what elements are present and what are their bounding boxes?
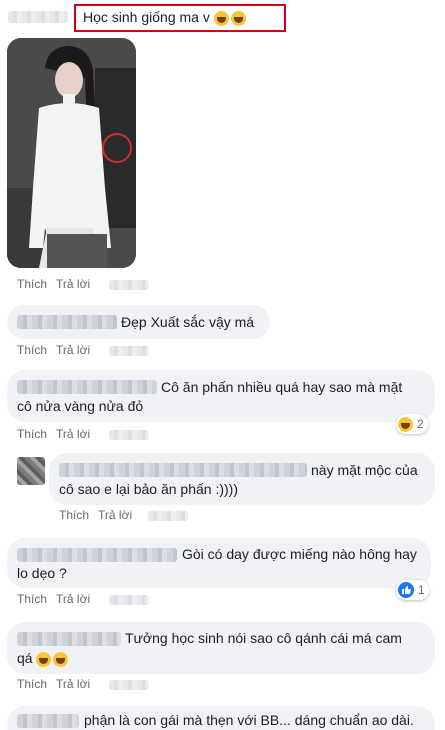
comment-actions: Thích Trả lời — [59, 508, 132, 522]
like-link[interactable]: Thích — [17, 677, 47, 691]
avatar[interactable] — [17, 457, 45, 485]
commenter-name-blurred[interactable] — [17, 380, 157, 394]
timestamp-blurred — [109, 346, 149, 356]
commenter-name-blurred[interactable] — [17, 632, 121, 646]
timestamp-blurred — [109, 430, 149, 440]
comment-text: phận là con gái mà thẹn với BB... dáng c… — [84, 712, 414, 728]
reply-link[interactable]: Trả lời — [56, 592, 90, 606]
attached-photo[interactable] — [7, 38, 136, 268]
comment-text-line1: Cô ăn phấn nhiều quá hay sao mà mặt — [161, 379, 403, 395]
commenter-name-blurred[interactable] — [17, 714, 79, 728]
reply-link[interactable]: Trả lời — [56, 277, 90, 291]
comment-text-line1: Tưởng học sinh nói sao cô qánh cái má ca… — [125, 630, 402, 646]
comment-actions: Thích Trả lời — [17, 592, 90, 606]
reply-link[interactable]: Trả lời — [56, 343, 90, 357]
reaction-count[interactable]: 1 — [396, 580, 429, 600]
reply-link[interactable]: Trả lời — [56, 677, 90, 691]
laughing-emoji-icon — [53, 651, 69, 667]
comment-text-line2: cô sao e lại bảo ăn phấn :)))) — [59, 481, 238, 497]
comment-actions: Thích Trả lời — [17, 277, 90, 291]
haha-reaction-icon — [398, 416, 413, 432]
timestamp-blurred — [148, 511, 188, 521]
laughing-emoji-icon — [36, 651, 52, 667]
reply-link[interactable]: Trả lời — [56, 427, 90, 441]
like-reaction-icon — [398, 582, 414, 598]
commenter-name-blurred[interactable] — [17, 315, 117, 329]
like-link[interactable]: Thích — [17, 343, 47, 357]
like-link[interactable]: Thích — [17, 592, 47, 606]
comment-text-line2: qá — [17, 649, 69, 667]
timestamp-blurred — [109, 595, 149, 605]
comment-text-line1: này mặt mộc của — [311, 462, 418, 478]
comment-text-line2: lo dẹo ? — [17, 565, 67, 581]
comment-text-line2: cô nửa vàng nửa đỏ — [17, 398, 144, 414]
like-link[interactable]: Thích — [59, 508, 89, 522]
commenter-name-blurred[interactable] — [59, 463, 307, 477]
timestamp-blurred — [109, 280, 149, 290]
comment-actions: Thích Trả lời — [17, 427, 90, 441]
like-link[interactable]: Thích — [17, 427, 47, 441]
reaction-count[interactable]: 2 — [396, 414, 428, 434]
photo-girl-ao-dai — [7, 38, 136, 268]
reply-link[interactable]: Trả lời — [98, 508, 132, 522]
comment-actions: Thích Trả lời — [17, 343, 90, 357]
highlight-box — [74, 4, 286, 32]
like-link[interactable]: Thích — [17, 277, 47, 291]
comment-text-line1: Gòi có day được miếng nào hông hay — [182, 546, 417, 562]
comment-actions: Thích Trả lời — [17, 677, 90, 691]
timestamp-blurred — [109, 680, 149, 690]
comment-text: Đẹp Xuất sắc vậy má — [121, 314, 255, 330]
commenter-name-blurred[interactable] — [17, 548, 177, 562]
commenter-name-blurred[interactable] — [8, 11, 68, 23]
